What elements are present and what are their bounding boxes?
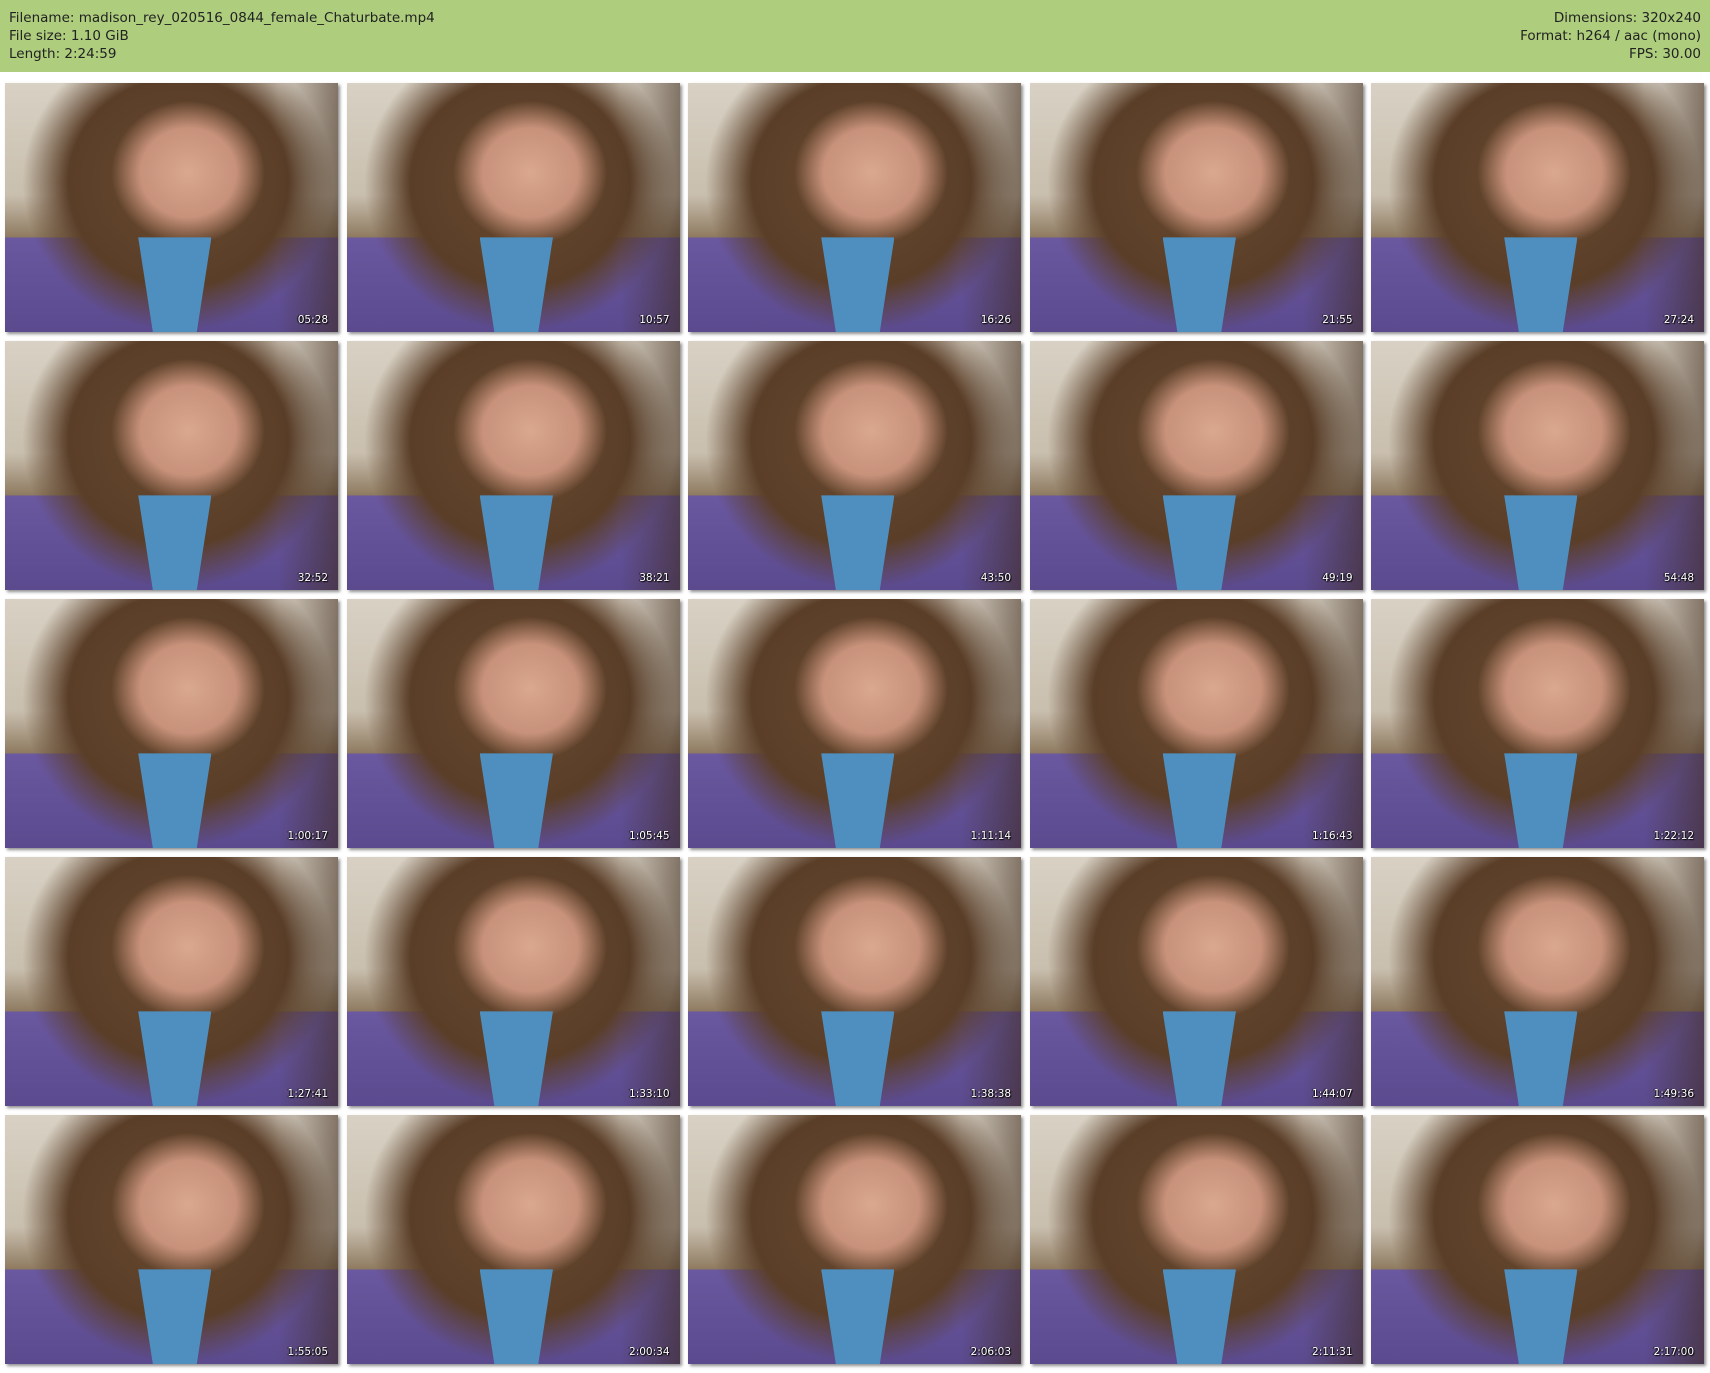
file-size-text: File size: 1.10 GiB [9,28,129,44]
frame-timestamp: 1:38:38 [970,1088,1011,1100]
frame-timestamp: 1:11:14 [970,830,1011,842]
video-frame-thumbnail: 1:49:36 [1371,857,1704,1106]
file-info: Filename: madison_rey_020516_0844_female… [9,9,435,63]
frame-timestamp: 2:17:00 [1653,1346,1694,1358]
frame-timestamp: 1:16:43 [1312,830,1353,842]
frame-timestamp: 43:50 [980,572,1011,584]
frame-timestamp: 1:33:10 [629,1088,670,1100]
contact-sheet-header: Filename: madison_rey_020516_0844_female… [0,0,1710,72]
video-frame-thumbnail: 49:19 [1029,341,1363,590]
video-frame-thumbnail: 2:06:03 [688,1115,1021,1364]
video-frame-thumbnail: 1:05:45 [346,599,680,848]
frame-timestamp: 2:06:03 [970,1346,1011,1358]
frame-timestamp: 49:19 [1322,572,1353,584]
video-frame-thumbnail: 2:17:00 [1371,1115,1704,1364]
frame-timestamp: 16:26 [980,314,1011,326]
frame-timestamp: 27:24 [1663,314,1694,326]
frame-timestamp: 2:00:34 [629,1346,670,1358]
fps-text: FPS: 30.00 [1629,46,1701,62]
video-frame-thumbnail: 1:55:05 [5,1115,338,1364]
video-frame-thumbnail: 10:57 [346,83,680,332]
frame-timestamp: 1:00:17 [287,830,328,842]
frame-timestamp: 1:05:45 [629,830,670,842]
frame-timestamp: 38:21 [639,572,670,584]
frame-timestamp: 1:22:12 [1653,830,1694,842]
video-frame-thumbnail: 1:27:41 [5,857,338,1106]
video-frame-thumbnail: 1:16:43 [1029,599,1363,848]
video-frame-thumbnail: 54:48 [1371,341,1704,590]
frame-timestamp: 32:52 [297,572,328,584]
frame-timestamp: 05:28 [297,314,328,326]
length-text: Length: 2:24:59 [9,46,117,62]
video-frame-thumbnail: 05:28 [5,83,338,332]
format-text: Format: h264 / aac (mono) [1520,28,1701,44]
frame-timestamp: 1:55:05 [287,1346,328,1358]
video-frame-thumbnail: 1:11:14 [688,599,1021,848]
frame-timestamp: 1:44:07 [1312,1088,1353,1100]
video-info: Dimensions: 320x240 Format: h264 / aac (… [1520,9,1701,63]
video-frame-thumbnail: 2:00:34 [346,1115,680,1364]
video-frame-thumbnail: 1:44:07 [1029,857,1363,1106]
video-frame-thumbnail: 21:55 [1029,83,1363,332]
thumbnail-grid: 05:28 10:57 16:26 21:55 27:24 32:52 38:21 43:50… [5,83,1704,1364]
video-frame-thumbnail: 16:26 [688,83,1021,332]
video-frame-thumbnail: 38:21 [346,341,680,590]
frame-timestamp: 54:48 [1663,572,1694,584]
video-frame-thumbnail: 27:24 [1371,83,1704,332]
video-frame-thumbnail: 1:22:12 [1371,599,1704,848]
video-frame-thumbnail: 32:52 [5,341,338,590]
video-frame-thumbnail: 43:50 [688,341,1021,590]
dimensions-text: Dimensions: 320x240 [1553,10,1701,26]
video-frame-thumbnail: 2:11:31 [1029,1115,1363,1364]
video-frame-thumbnail: 1:00:17 [5,599,338,848]
frame-timestamp: 1:27:41 [287,1088,328,1100]
frame-timestamp: 21:55 [1322,314,1353,326]
frame-timestamp: 1:49:36 [1653,1088,1694,1100]
frame-timestamp: 10:57 [639,314,670,326]
video-frame-thumbnail: 1:38:38 [688,857,1021,1106]
video-frame-thumbnail: 1:33:10 [346,857,680,1106]
filename-text: Filename: madison_rey_020516_0844_female… [9,10,435,26]
frame-timestamp: 2:11:31 [1312,1346,1353,1358]
